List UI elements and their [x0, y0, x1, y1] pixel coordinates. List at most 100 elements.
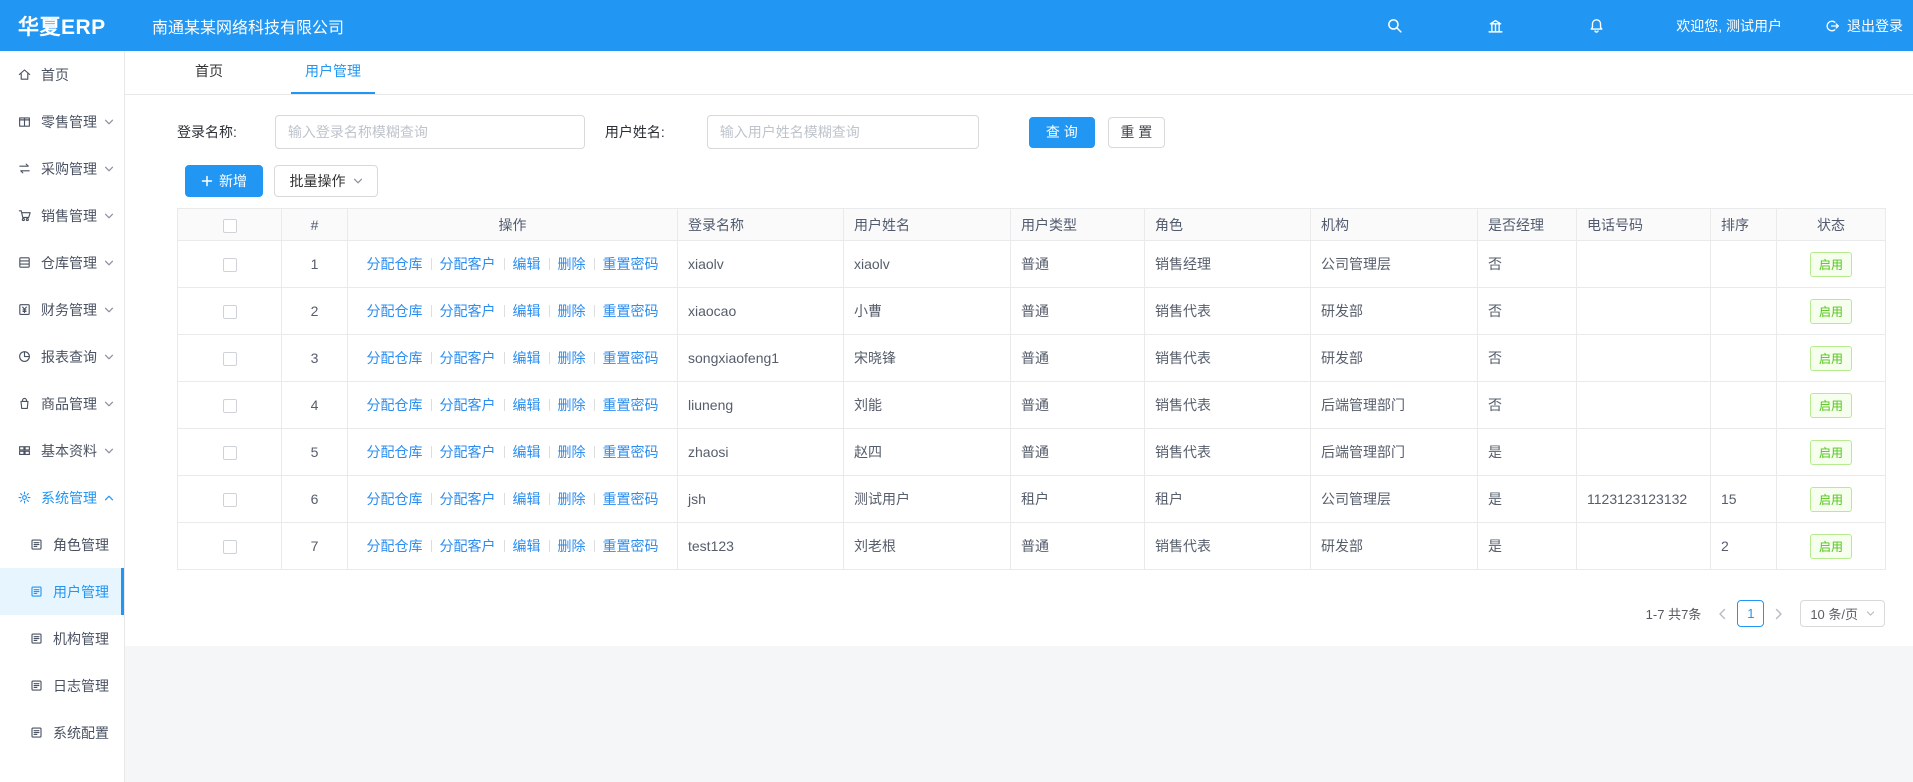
action-edit-link[interactable]: 编辑	[513, 444, 541, 460]
chevron-up-icon	[104, 493, 114, 503]
action-reset-password-link[interactable]: 重置密码	[603, 491, 659, 507]
action-edit-link[interactable]: 编辑	[513, 256, 541, 272]
current-page[interactable]: 1	[1737, 600, 1764, 627]
row-checkbox[interactable]	[223, 540, 237, 554]
action-reset-password-link[interactable]: 重置密码	[603, 538, 659, 554]
sidebar-item-system-mgmt[interactable]: 系统管理	[0, 474, 124, 521]
sidebar-item-org-mgmt[interactable]: 机构管理	[0, 615, 124, 662]
action-assign-warehouse-link[interactable]: 分配仓库	[367, 538, 423, 554]
action-reset-password-link[interactable]: 重置密码	[603, 256, 659, 272]
action-assign-warehouse-link[interactable]: 分配仓库	[367, 256, 423, 272]
bell-icon[interactable]	[1588, 17, 1605, 34]
row-checkbox[interactable]	[223, 258, 237, 272]
row-checkbox[interactable]	[223, 493, 237, 507]
sidebar-item-purchase-mgmt[interactable]: 采购管理	[0, 145, 124, 192]
action-edit-link[interactable]: 编辑	[513, 350, 541, 366]
report-pie-icon	[17, 349, 32, 364]
action-delete-link[interactable]: 删除	[558, 491, 586, 507]
add-button-label: 新增	[219, 171, 247, 191]
cell-org: 公司管理层	[1311, 241, 1478, 288]
sidebar-item-warehouse-mgmt[interactable]: 仓库管理	[0, 239, 124, 286]
sidebar-item-label: 用户管理	[53, 582, 109, 602]
action-reset-password-link[interactable]: 重置密码	[603, 444, 659, 460]
reset-button[interactable]: 重 置	[1108, 117, 1165, 148]
row-checkbox[interactable]	[223, 352, 237, 366]
page-size-select[interactable]: 10 条/页	[1800, 600, 1885, 627]
divider	[549, 446, 550, 458]
sidebar-item-role-mgmt[interactable]: 角色管理	[0, 521, 124, 568]
next-page-button[interactable]	[1770, 600, 1788, 627]
user-name-input[interactable]	[707, 115, 979, 149]
cell-login-name: songxiaofeng1	[678, 335, 844, 382]
action-assign-warehouse-link[interactable]: 分配仓库	[367, 350, 423, 366]
action-assign-warehouse-link[interactable]: 分配仓库	[367, 397, 423, 413]
chevron-down-icon	[353, 176, 363, 186]
action-assign-warehouse-link[interactable]: 分配仓库	[367, 444, 423, 460]
action-assign-warehouse-link[interactable]: 分配仓库	[367, 303, 423, 319]
cell-login-name: test123	[678, 523, 844, 570]
divider	[549, 399, 550, 411]
action-edit-link[interactable]: 编辑	[513, 303, 541, 319]
login-name-input[interactable]	[275, 115, 585, 149]
action-assign-customer-link[interactable]: 分配客户	[440, 303, 496, 319]
tab-home[interactable]: 首页	[169, 50, 249, 94]
app-logo[interactable]: 华夏ERP	[0, 11, 125, 41]
action-assign-customer-link[interactable]: 分配客户	[440, 350, 496, 366]
sidebar-item-log-mgmt[interactable]: 日志管理	[0, 662, 124, 709]
select-all-checkbox[interactable]	[223, 219, 237, 233]
batch-actions-button[interactable]: 批量操作	[274, 165, 378, 197]
sidebar-item-basic-data[interactable]: 基本资料	[0, 427, 124, 474]
cell-actions: 分配仓库 分配客户 编辑 删除 重置密码	[348, 523, 678, 570]
sidebar-item-goods-mgmt[interactable]: 商品管理	[0, 380, 124, 427]
sidebar-item-report-query[interactable]: 报表查询	[0, 333, 124, 380]
action-delete-link[interactable]: 删除	[558, 350, 586, 366]
cell-phone	[1577, 429, 1711, 476]
prev-page-button[interactable]	[1713, 600, 1731, 627]
logout-button[interactable]: 退出登录	[1824, 16, 1903, 36]
sidebar-item-sales-mgmt[interactable]: 销售管理	[0, 192, 124, 239]
action-edit-link[interactable]: 编辑	[513, 538, 541, 554]
sidebar-item-system-config[interactable]: 系统配置	[0, 709, 124, 756]
action-edit-link[interactable]: 编辑	[513, 397, 541, 413]
action-assign-customer-link[interactable]: 分配客户	[440, 491, 496, 507]
bank-icon[interactable]	[1487, 17, 1504, 34]
divider	[504, 446, 505, 458]
action-reset-password-link[interactable]: 重置密码	[603, 350, 659, 366]
action-delete-link[interactable]: 删除	[558, 303, 586, 319]
action-delete-link[interactable]: 删除	[558, 256, 586, 272]
document-icon	[29, 678, 44, 693]
cell-sort	[1711, 241, 1777, 288]
action-assign-customer-link[interactable]: 分配客户	[440, 397, 496, 413]
action-assign-warehouse-link[interactable]: 分配仓库	[367, 491, 423, 507]
sidebar-item-retail-mgmt[interactable]: 零售管理	[0, 98, 124, 145]
action-reset-password-link[interactable]: 重置密码	[603, 397, 659, 413]
table-row: 1分配仓库分配客户编辑删除重置密码xiaolvxiaolv普通销售经理公司管理层…	[178, 241, 1886, 288]
action-delete-link[interactable]: 删除	[558, 444, 586, 460]
divider	[431, 446, 432, 458]
action-reset-password-link[interactable]: 重置密码	[603, 303, 659, 319]
row-checkbox[interactable]	[223, 446, 237, 460]
divider	[549, 305, 550, 317]
sidebar-item-label: 采购管理	[41, 159, 97, 179]
sidebar-item-finance-mgmt[interactable]: 财务管理	[0, 286, 124, 333]
divider	[594, 446, 595, 458]
action-delete-link[interactable]: 删除	[558, 397, 586, 413]
action-assign-customer-link[interactable]: 分配客户	[440, 256, 496, 272]
cell-user-name: 刘能	[844, 382, 1011, 429]
search-icon[interactable]	[1386, 17, 1403, 34]
action-edit-link[interactable]: 编辑	[513, 491, 541, 507]
col-header-role: 角色	[1145, 209, 1311, 241]
action-assign-customer-link[interactable]: 分配客户	[440, 444, 496, 460]
batch-button-label: 批量操作	[290, 171, 346, 191]
add-button[interactable]: 新增	[185, 165, 263, 197]
action-delete-link[interactable]: 删除	[558, 538, 586, 554]
sidebar-item-user-mgmt[interactable]: 用户管理	[0, 568, 124, 615]
sidebar-item-home[interactable]: 首页	[0, 51, 124, 98]
action-assign-customer-link[interactable]: 分配客户	[440, 538, 496, 554]
cell-user-name: 测试用户	[844, 476, 1011, 523]
query-button[interactable]: 查 询	[1029, 117, 1095, 148]
divider	[594, 540, 595, 552]
tab-user-mgmt[interactable]: 用户管理	[279, 50, 387, 94]
row-checkbox[interactable]	[223, 305, 237, 319]
row-checkbox[interactable]	[223, 399, 237, 413]
